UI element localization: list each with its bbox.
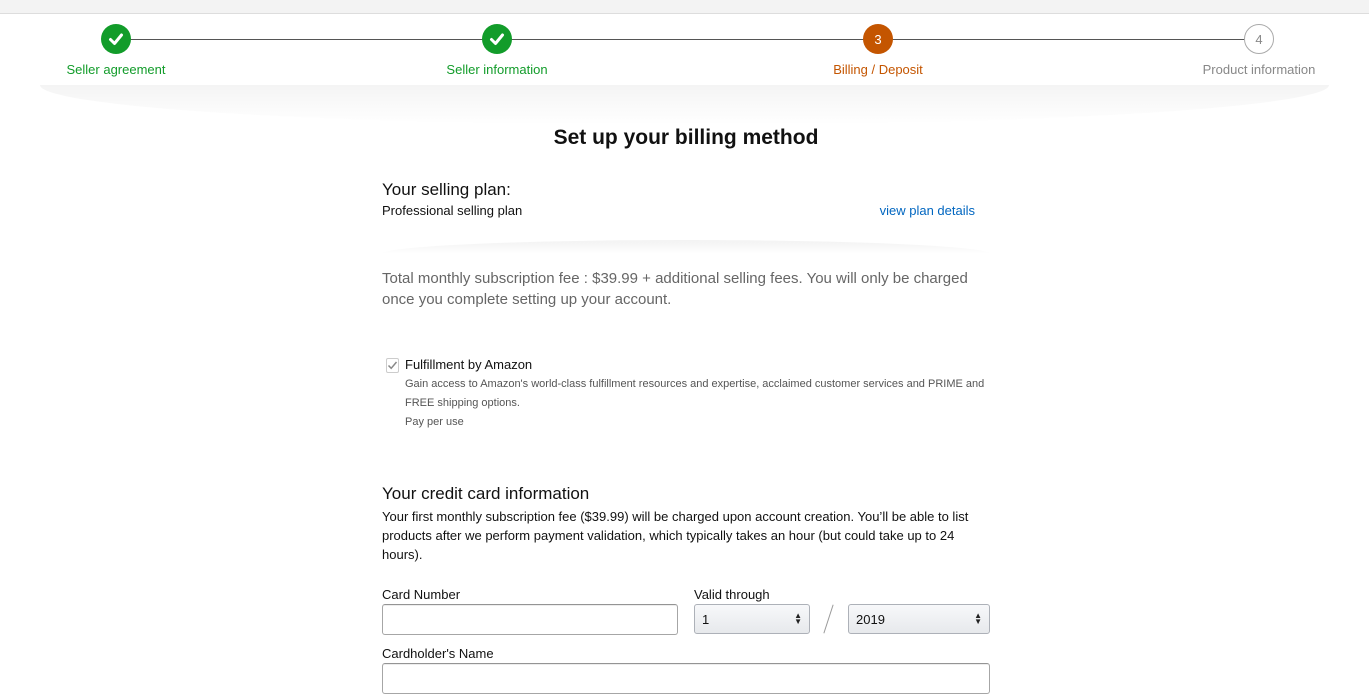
card-number-input[interactable] [382,604,678,635]
date-separator [810,604,848,634]
card-number-group: Card Number [382,587,678,635]
up-down-arrows-icon: ▲ ▼ [974,611,982,626]
step-label: Seller agreement [66,62,166,77]
step-seller-information: Seller information [397,24,597,77]
expiry-month-value: 1 [702,611,710,627]
step-complete-circle [482,24,512,54]
subscription-fee-text: Total monthly subscription fee : $39.99 … [382,270,968,308]
up-down-arrows-icon: ▲ ▼ [794,611,802,626]
step-label: Product information [1202,62,1316,77]
section-divider [382,240,990,254]
valid-through-group: Valid through 1 ▲ ▼ 2019 ▲ ▼ [694,587,990,634]
check-icon [109,33,123,45]
progress-stepper: Seller agreement Seller information 3 Bi… [0,14,1369,86]
fba-description: Gain access to Amazon's world-class fulf… [405,378,985,409]
selling-plan-name: Professional selling plan [382,203,523,218]
step-label: Seller information [446,62,548,77]
view-plan-details-link[interactable]: view plan details [880,203,975,218]
credit-card-text: Your first monthly subscription fee ($39… [382,509,969,562]
card-number-row: Card Number Valid through 1 ▲ ▼ 2019 ▲ ▼ [382,587,990,635]
expiry-month-select[interactable]: 1 ▲ ▼ [694,604,810,634]
step-product-information: 4 Product information [1159,24,1359,77]
step-complete-circle [101,24,131,54]
step-number-circle: 4 [1244,24,1274,54]
fba-pricing: Pay per use [405,416,464,428]
checkmark-icon [387,361,398,370]
valid-through-label: Valid through [694,587,770,602]
fba-checkbox[interactable] [386,358,399,373]
expiry-selects: 1 ▲ ▼ 2019 ▲ ▼ [694,604,990,634]
stepper-shadow [40,85,1329,125]
cardholder-name-label: Cardholder's Name [382,646,494,661]
step-billing-deposit: 3 Billing / Deposit [778,24,978,77]
fba-details: Fulfillment by Amazon Gain access to Ama… [405,357,990,432]
credit-card-heading: Your credit card information [382,484,590,503]
expiry-year-value: 2019 [856,611,885,627]
stepper-line [116,39,1259,40]
check-icon [490,33,504,45]
top-bar [0,0,1369,14]
card-number-label: Card Number [382,587,461,602]
step-label: Billing / Deposit [833,62,923,77]
fba-title: Fulfillment by Amazon [405,357,533,372]
billing-form: Set up your billing method Your selling … [382,120,990,694]
page-title: Set up your billing method [553,126,819,149]
cardholder-name-input[interactable] [382,663,990,694]
selling-plan-heading: Your selling plan: [382,180,511,199]
cardholder-group: Cardholder's Name [382,646,990,694]
expiry-year-select[interactable]: 2019 ▲ ▼ [848,604,990,634]
step-seller-agreement: Seller agreement [16,24,216,77]
step-number-circle: 3 [863,24,893,54]
selling-plan-row: Professional selling plan view plan deta… [382,203,990,218]
fba-option: Fulfillment by Amazon Gain access to Ama… [382,357,990,432]
